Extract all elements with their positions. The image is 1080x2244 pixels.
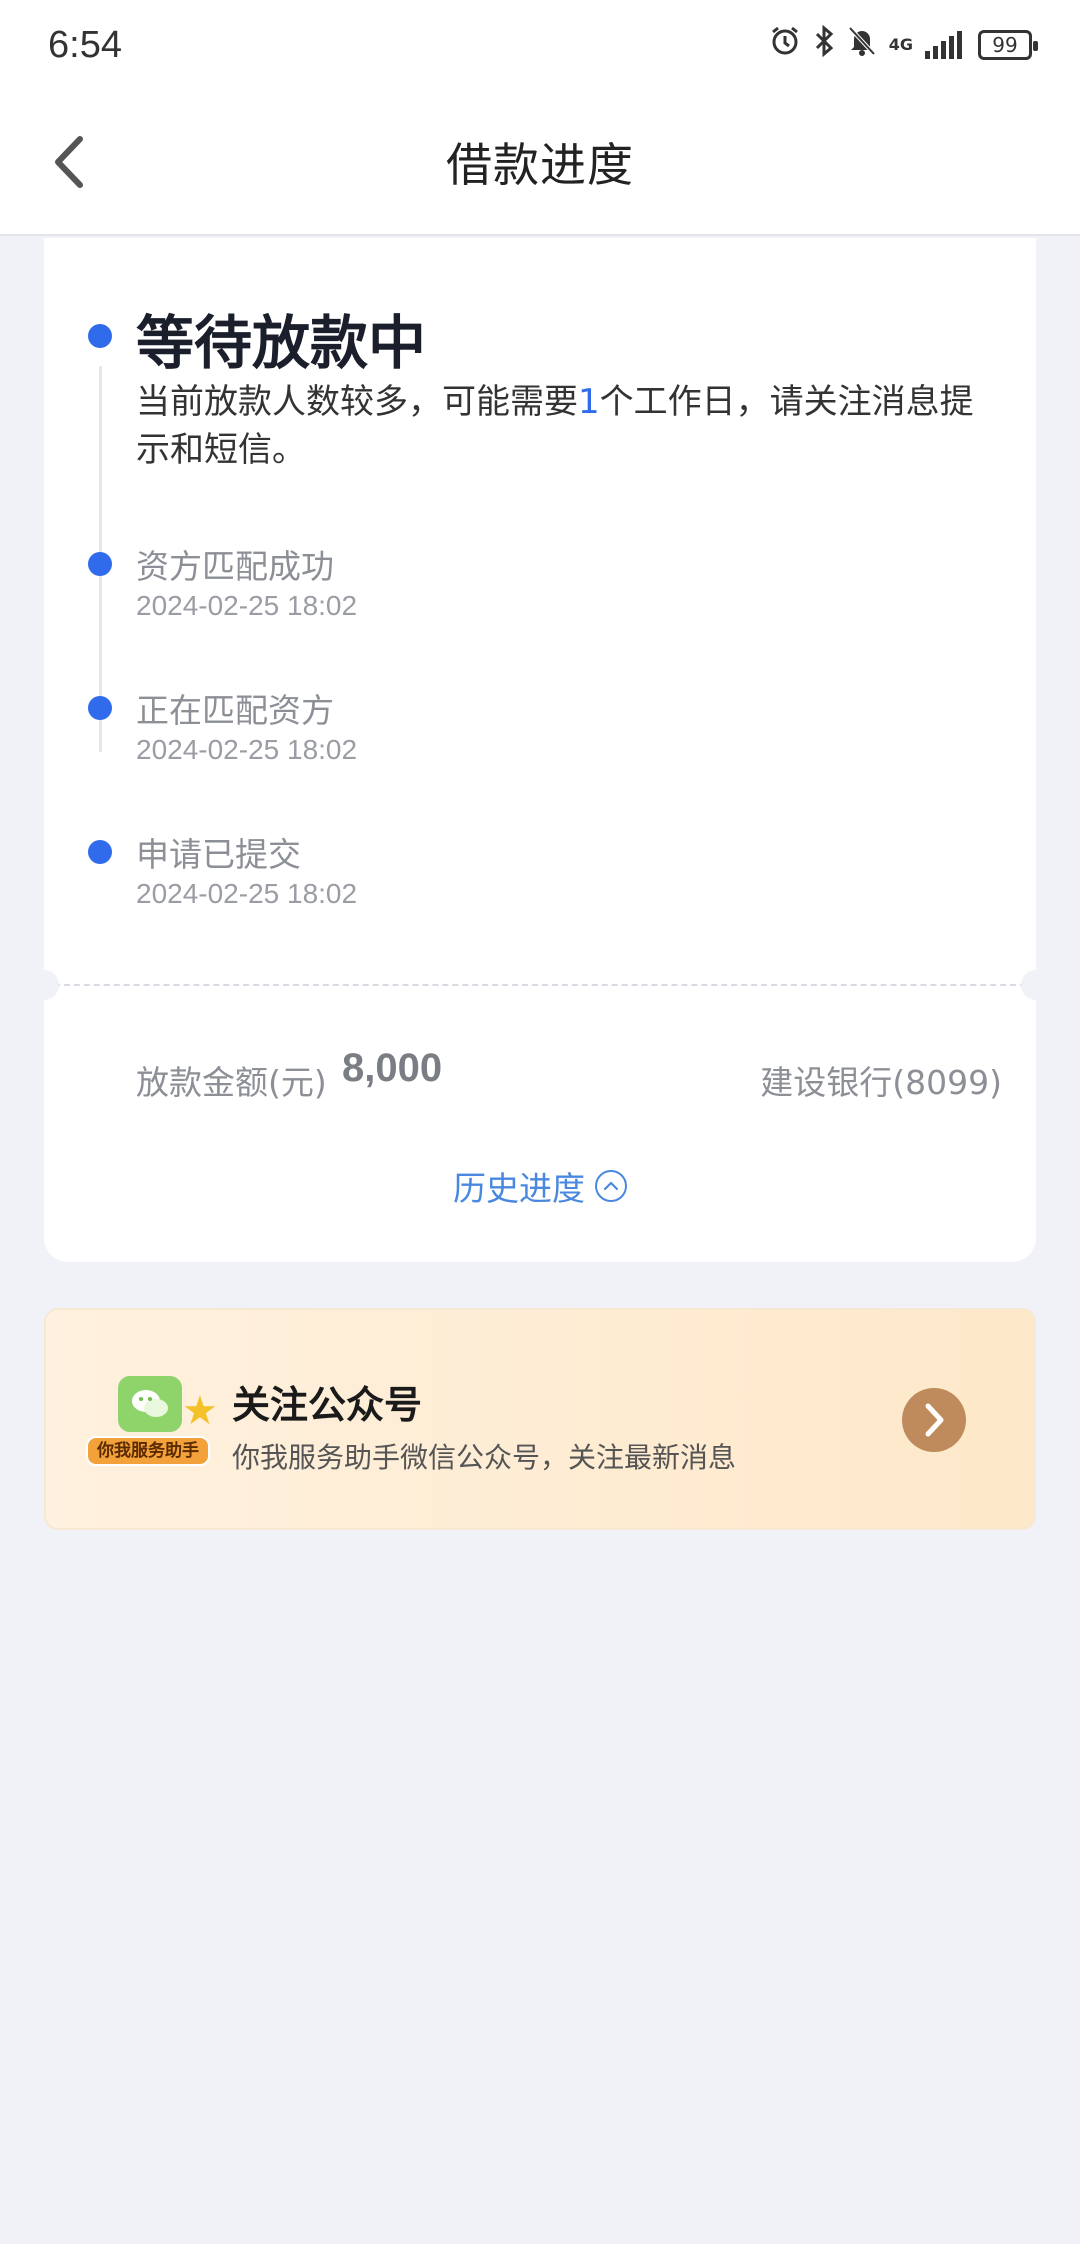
history-progress-label: 历史进度	[453, 1169, 585, 1208]
amount-label: 放款金额(元)	[136, 1063, 327, 1102]
chevron-up-icon	[595, 1170, 627, 1202]
dashed-divider	[44, 984, 1036, 986]
banner-go-button[interactable]	[902, 1388, 966, 1452]
status-icons: 4G 99	[769, 24, 1038, 65]
banner-title: 关注公众号	[232, 1383, 423, 1427]
mute-bell-icon	[847, 25, 877, 65]
step-title: 正在匹配资方	[136, 691, 334, 730]
progress-card: 等待放款中 当前放款人数较多，可能需要1个工作日，请关注消息提示和短信。 资方匹…	[29, 238, 1051, 1262]
follow-official-account-banner[interactable]: ★ 你我服务助手 关注公众号 你我服务助手微信公众号，关注最新消息	[44, 1308, 1036, 1530]
network-type-label: 4G	[888, 35, 913, 54]
page-title: 借款进度	[446, 138, 634, 192]
card-notch-right	[1021, 970, 1051, 1000]
current-status-desc: 当前放款人数较多，可能需要1个工作日，请关注消息提示和短信。	[136, 382, 974, 470]
step-time: 2024-02-25 18:02	[136, 734, 358, 765]
step-title: 资方匹配成功	[136, 547, 334, 586]
step-title: 申请已提交	[136, 835, 301, 874]
status-time: 6:54	[48, 23, 122, 66]
timeline-dot-current	[88, 324, 112, 348]
alarm-icon	[769, 25, 801, 65]
bluetooth-icon	[813, 24, 835, 65]
assistant-badge-label: 你我服务助手	[86, 1436, 210, 1466]
timeline-dot	[88, 696, 112, 720]
card-notch-left	[29, 970, 59, 1000]
chevron-right-icon	[925, 1403, 944, 1437]
history-progress-button[interactable]: 历史进度	[44, 1162, 1036, 1210]
chevron-left-icon	[55, 136, 83, 188]
star-icon: ★	[182, 1388, 218, 1434]
wechat-icon	[118, 1376, 182, 1432]
step-time: 2024-02-25 18:02	[136, 590, 358, 621]
timeline: 等待放款中 当前放款人数较多，可能需要1个工作日，请关注消息提示和短信。 资方匹…	[44, 238, 1036, 984]
battery-icon: 99	[978, 30, 1038, 60]
nav-bar: 借款进度	[0, 90, 1080, 236]
timeline-dot	[88, 840, 112, 864]
service-assistant-logo: ★ 你我服务助手	[86, 1376, 218, 1476]
bank-account: 建设银行(8099)	[760, 1063, 1002, 1102]
signal-icon	[925, 31, 962, 59]
back-button[interactable]	[44, 132, 94, 192]
banner-subtitle: 你我服务助手微信公众号，关注最新消息	[232, 1441, 737, 1474]
step-time: 2024-02-25 18:02	[136, 878, 358, 909]
current-status-title: 等待放款中	[136, 309, 427, 377]
amount-value: 8,000	[342, 1046, 443, 1090]
status-bar: 6:54 4G 99	[0, 0, 1080, 90]
timeline-dot	[88, 552, 112, 576]
working-days-highlight: 1	[578, 382, 600, 422]
